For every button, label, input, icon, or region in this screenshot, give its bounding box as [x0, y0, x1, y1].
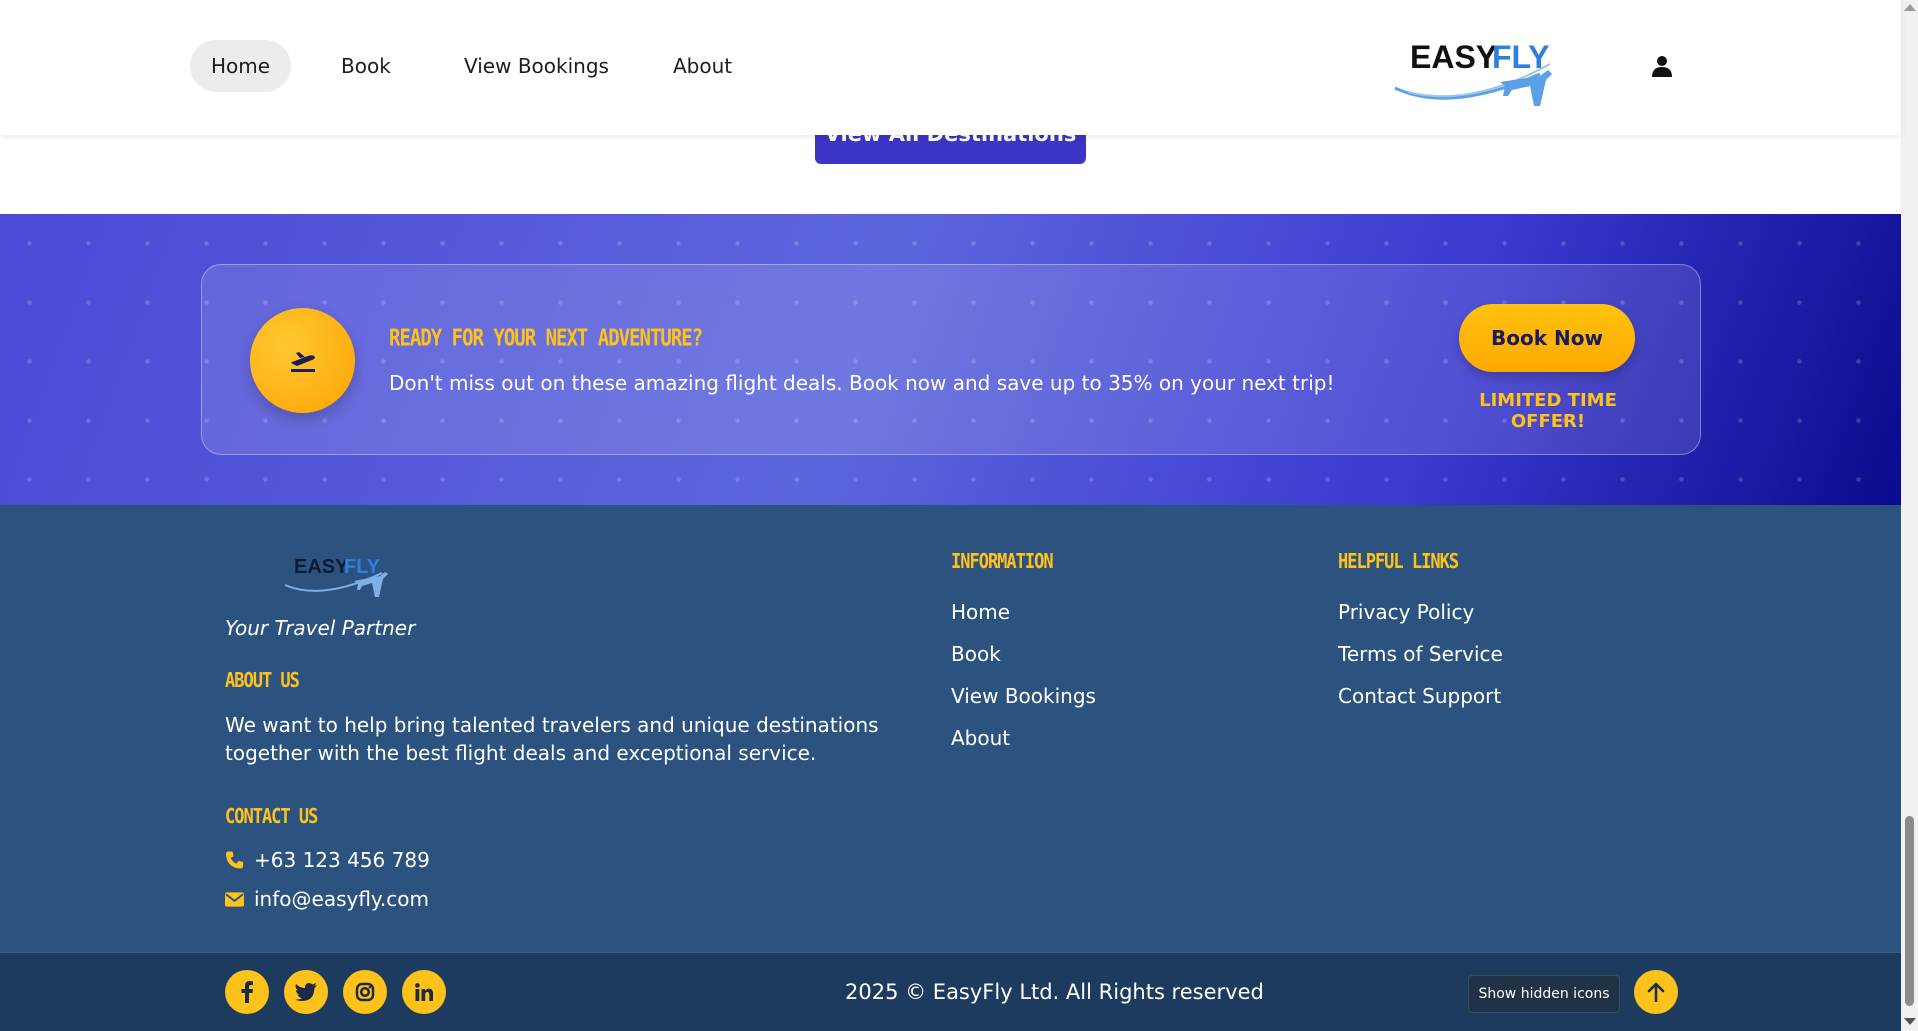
promo-card: READY FOR YOUR NEXT ADVENTURE? Don't mis…	[201, 264, 1701, 455]
scroll-up-arrow[interactable]	[1904, 4, 1916, 11]
contact-phone[interactable]: +63 123 456 789	[225, 848, 430, 872]
nav-link-home[interactable]: Home	[190, 40, 292, 92]
scrollbar-thumb[interactable]	[1905, 816, 1914, 1006]
envelope-icon	[225, 891, 244, 907]
scroll-down-arrow[interactable]	[1904, 1018, 1916, 1025]
promo-title: READY FOR YOUR NEXT ADVENTURE?	[389, 325, 703, 352]
twitter-icon[interactable]	[284, 970, 328, 1014]
easyfly-logo[interactable]: EASY FLY	[1390, 36, 1570, 114]
nav-link-view-bookings[interactable]: View Bookings	[443, 40, 630, 92]
user-account-icon[interactable]	[1650, 54, 1674, 78]
about-us-text: We want to help bring talented travelers…	[225, 713, 879, 765]
email-text: info@easyfly.com	[254, 887, 429, 911]
instagram-icon[interactable]	[343, 970, 387, 1014]
contact-email[interactable]: info@easyfly.com	[225, 887, 429, 911]
footer-link-view-bookings[interactable]: View Bookings	[951, 684, 1096, 708]
promo-banner: READY FOR YOUR NEXT ADVENTURE? Don't mis…	[0, 214, 1901, 505]
promo-text: Don't miss out on these amazing flight d…	[389, 371, 1335, 395]
contact-us-heading: CONTACT US	[225, 805, 318, 829]
copyright-text: 2025 © EasyFly Ltd. All Rights reserved	[845, 980, 1264, 1004]
helpful-links-heading: HELPFUL LINKS	[1338, 550, 1459, 574]
facebook-icon[interactable]	[225, 970, 269, 1014]
footer-link-book[interactable]: Book	[951, 642, 1001, 666]
footer-link-privacy-policy[interactable]: Privacy Policy	[1338, 600, 1474, 624]
phone-text: +63 123 456 789	[254, 848, 430, 872]
show-hidden-icons-tooltip: Show hidden icons	[1468, 975, 1620, 1013]
phone-icon	[225, 851, 244, 869]
footer-logo[interactable]: EASY FLY	[282, 551, 397, 601]
promo-icon-circle	[250, 308, 355, 413]
page-scrollbar[interactable]	[1901, 0, 1918, 1031]
footer-link-about[interactable]: About	[951, 726, 1010, 750]
footer-bottom-bar: 2025 © EasyFly Ltd. All Rights reserved …	[0, 952, 1901, 1031]
svg-text:FLY: FLY	[344, 556, 381, 578]
footer-link-home[interactable]: Home	[951, 600, 1010, 624]
arrow-up-icon	[1647, 982, 1665, 1002]
about-us-heading: ABOUT US	[225, 669, 300, 693]
svg-text:FLY: FLY	[1492, 39, 1550, 75]
limited-offer-label: LIMITED TIME OFFER!	[1479, 390, 1617, 432]
navbar: Home Book View Bookings About EASY FLY	[0, 0, 1901, 135]
book-now-button[interactable]: Book Now	[1459, 304, 1635, 372]
svg-text:EASY: EASY	[294, 556, 349, 578]
scroll-to-top-button[interactable]	[1634, 970, 1678, 1014]
footer-link-contact-support[interactable]: Contact Support	[1338, 684, 1501, 708]
footer-link-terms-of-service[interactable]: Terms of Service	[1338, 642, 1503, 666]
nav-link-about[interactable]: About	[652, 40, 753, 92]
svg-text:EASY: EASY	[1410, 39, 1497, 75]
linkedin-icon[interactable]	[402, 970, 446, 1014]
nav-link-book[interactable]: Book	[320, 40, 412, 92]
information-heading: INFORMATION	[951, 550, 1054, 574]
footer-tagline: Your Travel Partner	[225, 616, 416, 640]
plane-departure-icon	[290, 351, 315, 372]
footer: EASY FLY Your Travel Partner ABOUT US We…	[0, 505, 1901, 952]
